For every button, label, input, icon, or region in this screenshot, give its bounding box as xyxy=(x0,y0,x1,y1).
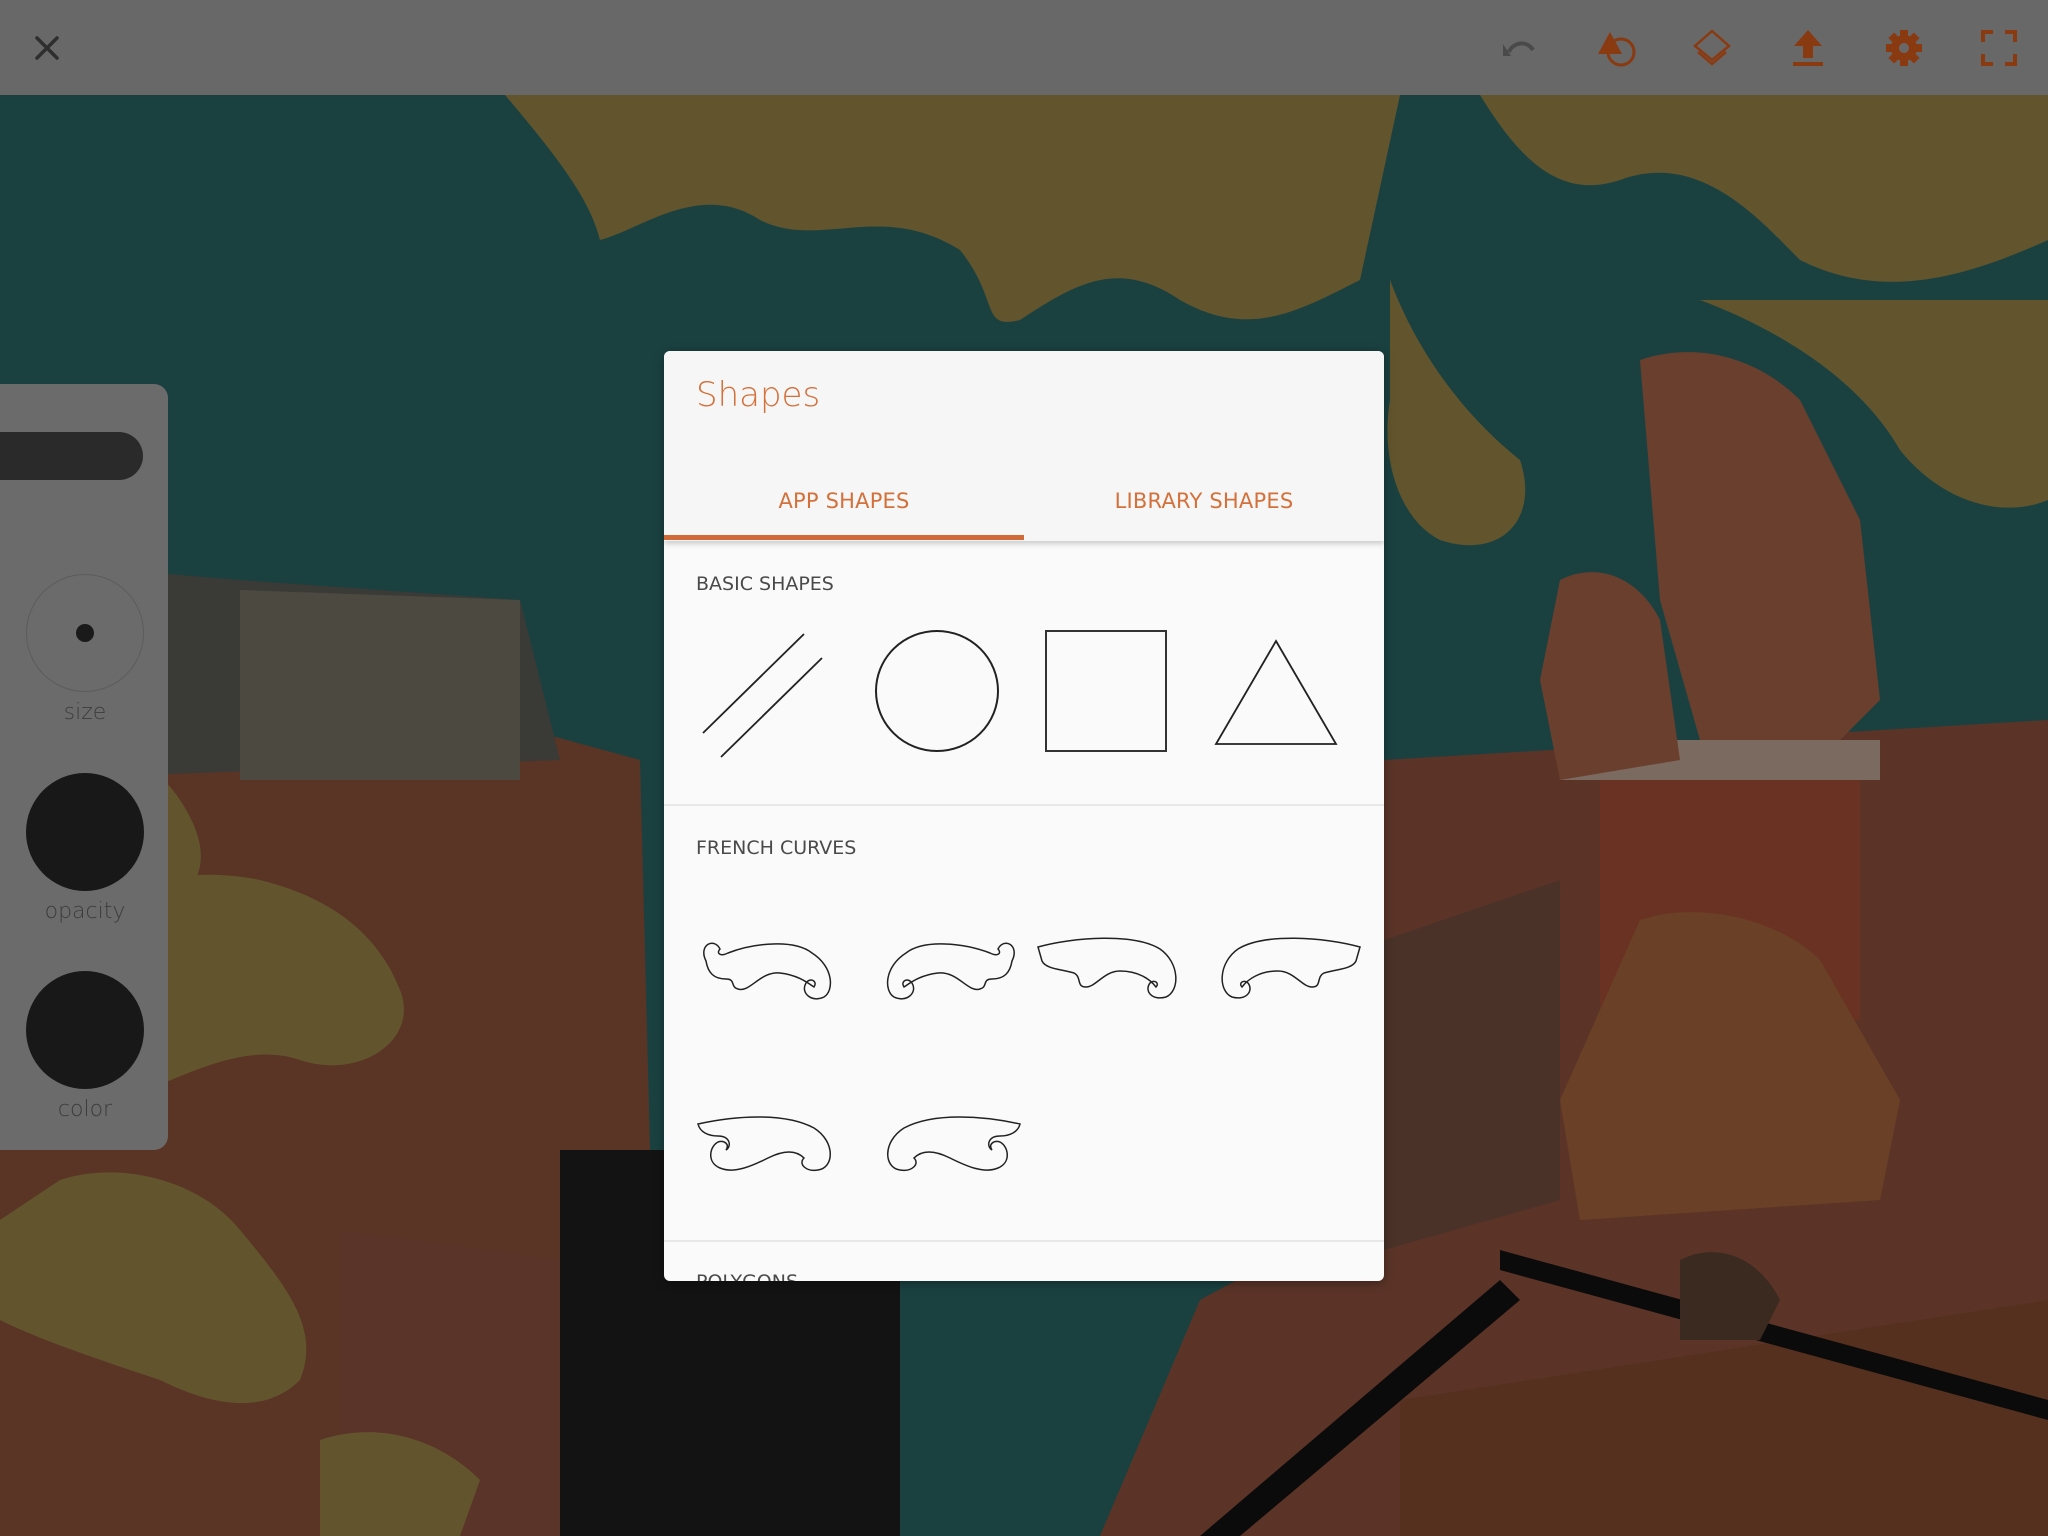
section-divider xyxy=(664,804,1384,806)
french-curve-icon xyxy=(1037,937,1177,999)
french-curve-icon xyxy=(697,1116,831,1172)
undo-button[interactable] xyxy=(1489,18,1549,78)
brush-settings-panel: size opacity color xyxy=(0,384,168,1150)
circle-icon xyxy=(875,630,999,752)
tab-library-shapes[interactable]: LIBRARY SHAPES xyxy=(1024,461,1384,541)
shape-french-curve-3[interactable] xyxy=(1034,931,1194,1021)
size-indicator-dot xyxy=(76,624,94,642)
color-control[interactable]: color xyxy=(25,971,145,1122)
shapes-icon xyxy=(1598,32,1636,67)
french-curve-icon xyxy=(703,942,832,1000)
close-button[interactable] xyxy=(17,18,77,78)
french-curve-icon xyxy=(887,1116,1021,1172)
shapes-dialog: Shapes APP SHAPES LIBRARY SHAPES BASIC S… xyxy=(664,351,1384,1281)
square-icon xyxy=(1045,630,1167,752)
fullscreen-icon xyxy=(1981,30,2017,66)
french-curve-icon xyxy=(886,942,1015,1000)
settings-button[interactable] xyxy=(1874,18,1934,78)
upload-button[interactable] xyxy=(1778,18,1838,78)
brush-preview-slider[interactable] xyxy=(0,432,143,480)
shapes-button[interactable] xyxy=(1587,18,1647,78)
shapes-list[interactable]: BASIC SHAPES FRENCH CURVES xyxy=(664,541,1384,1281)
shape-french-curve-4[interactable] xyxy=(1204,931,1364,1021)
shape-french-curve-5[interactable] xyxy=(694,1106,854,1196)
dialog-title: Shapes xyxy=(696,375,821,415)
top-toolbar xyxy=(0,0,2048,95)
undo-icon xyxy=(1503,41,1535,56)
color-label: color xyxy=(57,1097,113,1122)
opacity-control[interactable]: opacity xyxy=(25,773,145,924)
settings-icon xyxy=(1886,30,1922,66)
layers-button[interactable] xyxy=(1682,18,1742,78)
shape-french-curve-2[interactable] xyxy=(864,931,1024,1021)
section-label-polygons: POLYGONS xyxy=(696,1271,798,1281)
close-icon xyxy=(35,36,59,60)
triangle-icon xyxy=(1214,639,1338,745)
active-tab-indicator xyxy=(664,535,1024,540)
french-curve-icon xyxy=(1221,937,1361,999)
shape-french-curve-6[interactable] xyxy=(864,1106,1024,1196)
dialog-header: Shapes APP SHAPES LIBRARY SHAPES xyxy=(664,351,1384,541)
parallel-lines-icon xyxy=(702,633,823,758)
fullscreen-button[interactable] xyxy=(1969,18,2029,78)
size-control[interactable]: size xyxy=(25,574,145,725)
opacity-label: opacity xyxy=(44,899,126,924)
shape-square[interactable] xyxy=(1031,621,1181,761)
opacity-dial[interactable] xyxy=(26,773,144,891)
section-label-french-curves: FRENCH CURVES xyxy=(696,837,857,859)
tab-app-shapes[interactable]: APP SHAPES xyxy=(664,461,1024,541)
color-swatch[interactable] xyxy=(26,971,144,1089)
size-dial[interactable] xyxy=(26,574,144,692)
shape-parallel-lines[interactable] xyxy=(686,621,836,761)
section-divider xyxy=(664,1240,1384,1242)
size-label: size xyxy=(63,700,107,725)
shape-circle[interactable] xyxy=(862,621,1012,761)
upload-icon xyxy=(1793,30,1823,66)
shape-triangle[interactable] xyxy=(1201,621,1351,761)
shape-french-curve-1[interactable] xyxy=(694,931,854,1021)
section-label-basic-shapes: BASIC SHAPES xyxy=(696,573,834,595)
layers-icon xyxy=(1693,29,1731,66)
